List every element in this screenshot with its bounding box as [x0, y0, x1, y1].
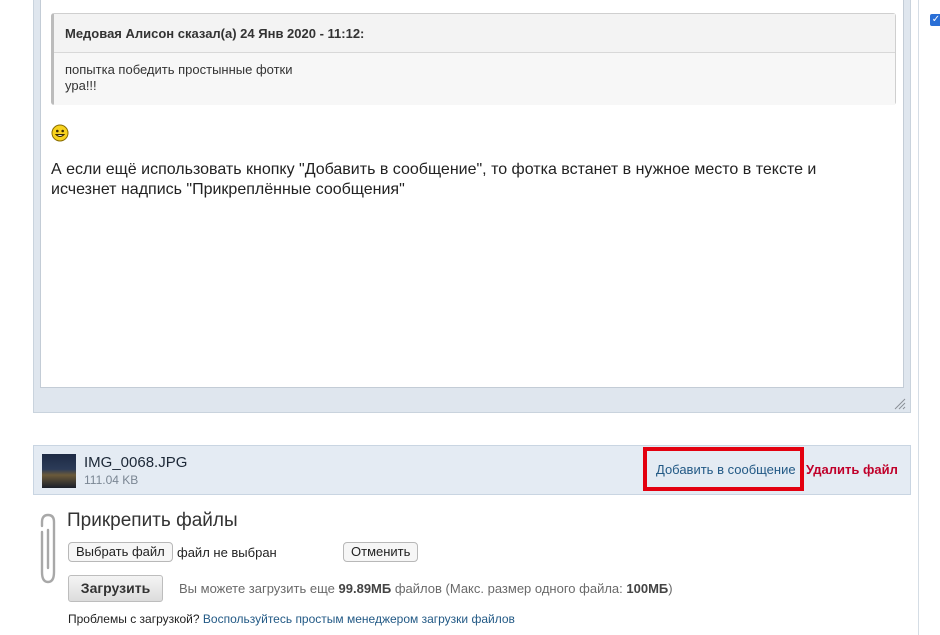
smiley-icon — [51, 124, 69, 142]
upload-info-prefix: Вы можете загрузить еще — [179, 581, 335, 596]
paperclip-icon — [40, 513, 56, 584]
delete-file-link[interactable]: Удалить файл — [806, 462, 898, 477]
no-file-label: файл не выбран — [177, 545, 277, 560]
upload-problems: Проблемы с загрузкой? Воспользуйтесь про… — [68, 612, 515, 626]
post-text: А если ещё использовать кнопку "Добавить… — [51, 161, 817, 198]
editor-frame: Медовая Алисон сказал(а) 24 Янв 2020 - 1… — [33, 0, 911, 413]
quote-body: попытка победить простынные фотки ура!!! — [54, 53, 895, 105]
remaining-quota: 99.89МБ — [338, 581, 392, 596]
quote-line: ура!!! — [65, 78, 97, 93]
attachment-thumbnail — [42, 454, 76, 488]
max-file-size: 100МБ — [626, 581, 669, 596]
upload-info-middle: файлов (Макс. размер одного файла: — [394, 581, 623, 596]
problems-text: Проблемы с загрузкой? — [68, 612, 200, 626]
upload-info-suffix: ) — [668, 581, 673, 596]
simple-uploader-link[interactable]: Воспользуйтесь простым менеджером загруз… — [203, 612, 515, 626]
message-editor[interactable]: Медовая Алисон сказал(а) 24 Янв 2020 - 1… — [40, 0, 904, 388]
attachment-file-size: 111.04 KB — [84, 473, 139, 487]
upload-info: Вы можете загрузить еще 99.89МБ файлов (… — [179, 581, 673, 596]
attach-files-title: Прикрепить файлы — [67, 510, 238, 531]
checkbox-icon[interactable]: ✓ — [930, 14, 940, 26]
cancel-button[interactable]: Отменить — [343, 542, 419, 562]
resize-grip-icon[interactable] — [892, 396, 906, 410]
quote-author: Медовая Алисон сказал(а) 24 Янв 2020 - 1… — [54, 14, 895, 53]
quote-line: попытка победить простынные фотки — [65, 62, 293, 77]
choose-file-button[interactable]: Выбрать файл — [68, 542, 173, 562]
add-to-post-link[interactable]: Добавить в сообщение — [656, 462, 796, 477]
attachment-row: IMG_0068.JPG 111.04 KB Добавить в сообще… — [33, 445, 911, 495]
attachment-file-name: IMG_0068.JPG — [84, 454, 188, 471]
right-panel-edge — [918, 0, 940, 635]
upload-button[interactable]: Загрузить — [68, 575, 163, 602]
quote-block: Медовая Алисон сказал(а) 24 Янв 2020 - 1… — [51, 13, 896, 105]
